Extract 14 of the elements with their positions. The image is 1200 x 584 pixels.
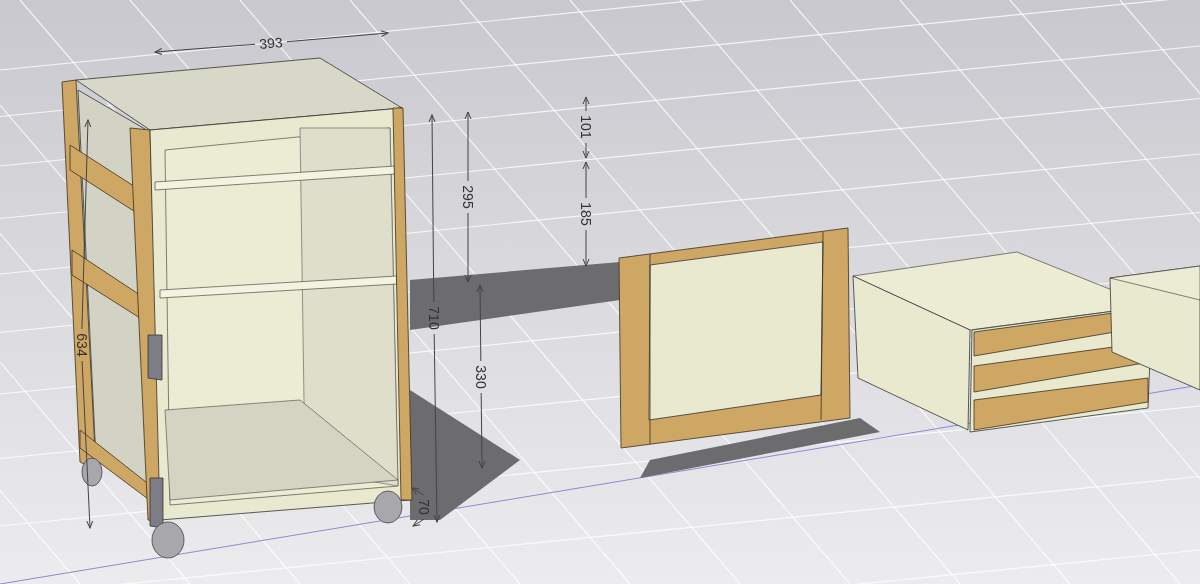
- modeling-viewport[interactable]: 393 101 295 185 710 330 634 70: [0, 0, 1200, 584]
- dimension-label: 710: [426, 306, 442, 330]
- dimension-label: 393: [258, 34, 284, 52]
- cabinet-drawing[interactable]: [61, 57, 413, 559]
- dimension-label: 70: [416, 499, 432, 515]
- drawer-drawing[interactable]: [852, 251, 1153, 433]
- dimension-label: 295: [460, 185, 476, 209]
- door-panel-drawing[interactable]: [618, 227, 851, 449]
- dimension-label: 185: [578, 202, 594, 226]
- dimension-label: 634: [74, 333, 90, 357]
- drawer-drawing[interactable]: [1109, 265, 1200, 391]
- dimension-label: 101: [578, 115, 594, 139]
- dimension-label: 330: [473, 365, 489, 389]
- dimension-line: [582, 96, 590, 159]
